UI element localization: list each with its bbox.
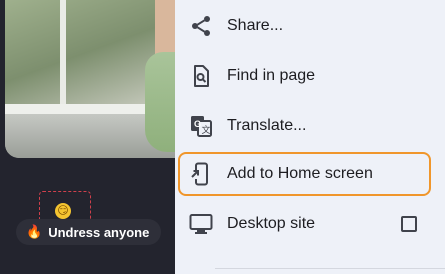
menu-item-desktop-site[interactable]: Desktop site xyxy=(175,202,445,246)
share-icon xyxy=(192,16,210,36)
menu-divider xyxy=(215,268,445,269)
menu-item-find-in-page[interactable]: Find in page xyxy=(175,54,445,98)
menu-item-label: Translate... xyxy=(227,117,307,134)
highlight-outline xyxy=(178,152,431,196)
tag-label: Undress anyone xyxy=(48,224,150,240)
undress-tag[interactable]: 🔥 Undress anyone xyxy=(16,219,162,245)
overflow-menu: Share... Find in page G 文 Translate... A… xyxy=(175,0,445,274)
translate-icon: G 文 xyxy=(191,116,212,137)
menu-item-translate[interactable]: G 文 Translate... xyxy=(175,104,445,148)
find-in-page-icon xyxy=(194,65,209,87)
desktop-icon xyxy=(189,214,213,234)
svg-text:文: 文 xyxy=(202,124,211,136)
menu-item-label: Share... xyxy=(227,17,284,34)
background-page: 😏 🔥 Undress anyone xyxy=(0,0,175,274)
smirk-emoji-icon: 😏 xyxy=(55,203,71,219)
svg-text:G: G xyxy=(194,119,201,129)
desktop-site-checkbox[interactable] xyxy=(401,216,417,232)
fire-icon: 🔥 xyxy=(26,224,43,239)
menu-item-share[interactable]: Share... xyxy=(175,4,445,48)
background-photo[interactable] xyxy=(5,0,175,158)
menu-item-label: Desktop site xyxy=(227,215,316,232)
menu-item-label: Find in page xyxy=(227,67,316,84)
